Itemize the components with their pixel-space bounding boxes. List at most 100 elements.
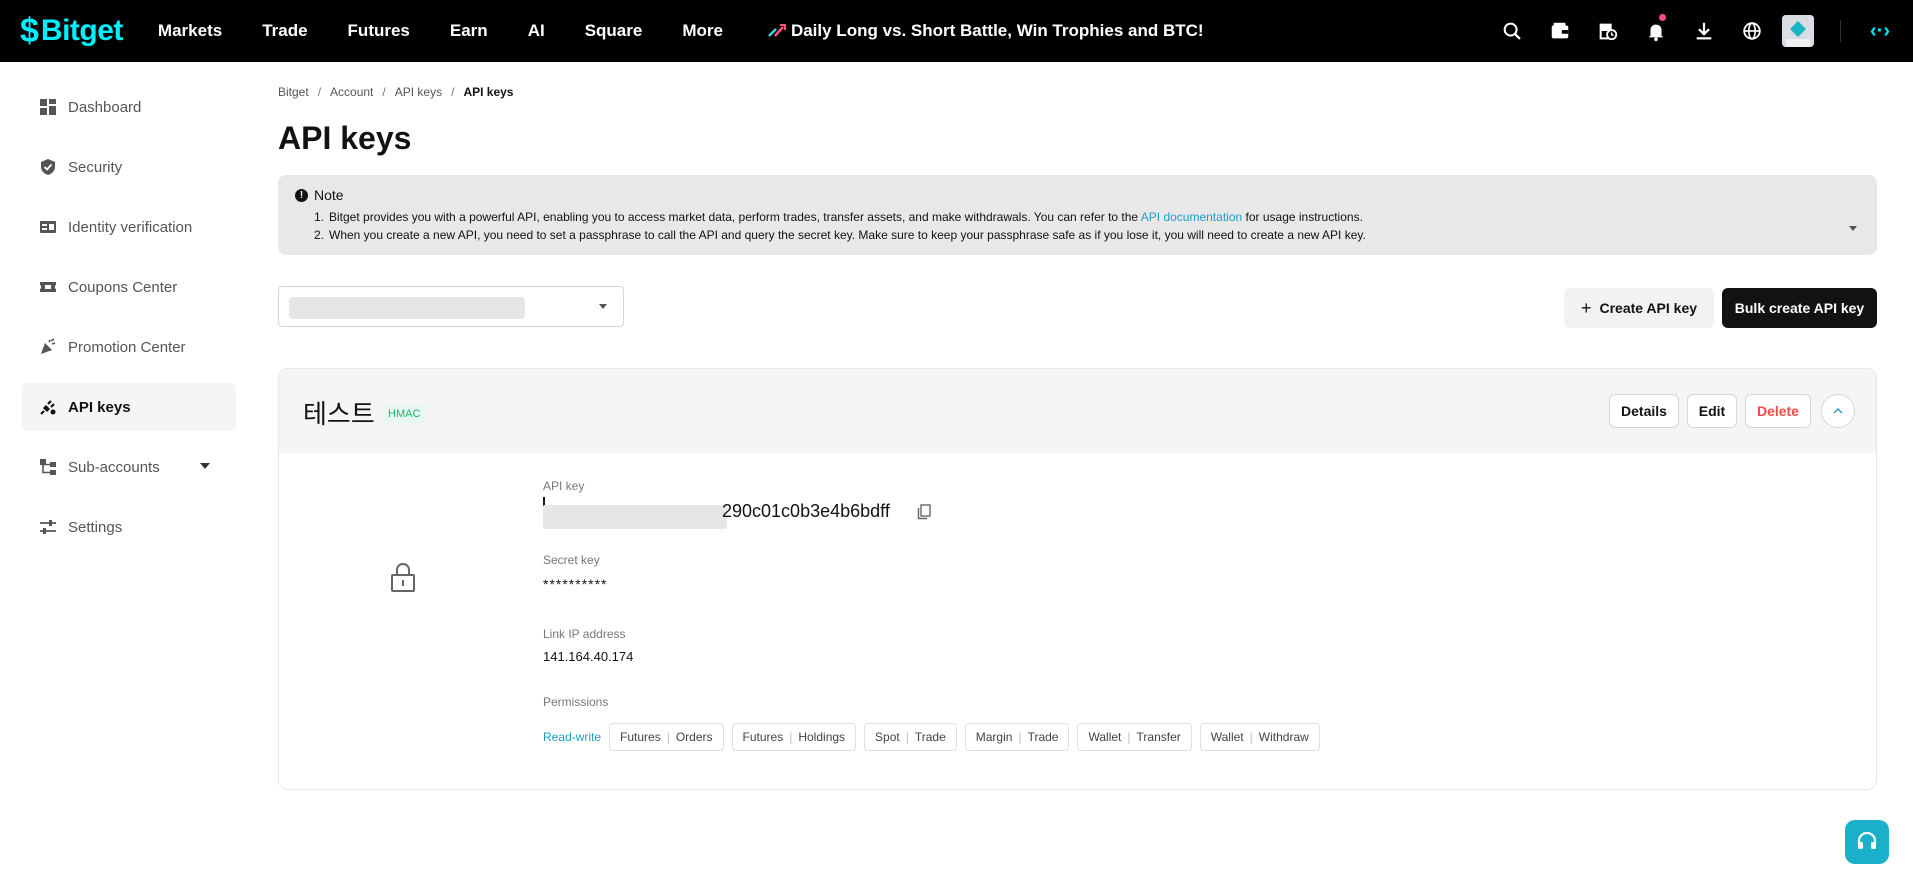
permission-separator: | xyxy=(789,730,793,744)
api-key-value: 290c01c0b3e4b6bdff xyxy=(722,501,890,521)
nav-futures[interactable]: Futures xyxy=(348,21,410,41)
api-key-filter-select[interactable] xyxy=(278,286,624,327)
nav-ai[interactable]: AI xyxy=(528,21,545,41)
permission-tag: Wallet | Withdraw xyxy=(1199,723,1320,751)
note-text: Bitget provides you with a powerful API,… xyxy=(329,210,1139,224)
search-icon xyxy=(1503,22,1521,40)
note-item-2: 2. When you create a new API, you need to… xyxy=(314,226,1366,244)
permission-group: Wallet xyxy=(1210,730,1244,744)
permissions-label: Permissions xyxy=(543,695,609,709)
permission-right: Transfer xyxy=(1136,730,1181,744)
nav-more[interactable]: More xyxy=(682,21,723,41)
sidebar-item-identity-verification[interactable]: Identity verification xyxy=(22,203,236,251)
promo-banner[interactable]: Daily Long vs. Short Battle, Win Trophie… xyxy=(767,21,1204,41)
wallet-button[interactable] xyxy=(1536,0,1584,62)
breadcrumb-separator: / xyxy=(451,85,455,99)
bitget-mark-icon[interactable]: ‹·› xyxy=(1855,0,1905,62)
permission-right: Trade xyxy=(1027,730,1059,744)
sidebar-item-security[interactable]: Security xyxy=(22,143,236,191)
sidebar-item-label: Security xyxy=(68,158,123,176)
secret-key-value: ********** xyxy=(543,576,608,592)
chevron-up-icon xyxy=(1833,408,1843,414)
permission-right: Withdraw xyxy=(1258,730,1309,744)
nav-right-tools: ‹·› xyxy=(1488,0,1913,62)
delete-button[interactable]: Delete xyxy=(1745,394,1811,428)
permission-separator: | xyxy=(905,730,909,744)
page-title: API keys xyxy=(278,120,412,156)
download-icon xyxy=(1696,22,1712,40)
permission-group: Futures xyxy=(620,730,661,744)
notification-dot xyxy=(1659,14,1666,21)
secret-key-label: Secret key xyxy=(543,553,600,567)
bulk-create-api-key-button[interactable]: Bulk create API key xyxy=(1722,288,1877,328)
api-key-card-header: 테스트 HMAC Details Edit Delete xyxy=(279,369,1876,453)
nav-markets[interactable]: Markets xyxy=(158,21,222,41)
sidebar-item-settings[interactable]: Settings xyxy=(22,503,236,551)
permission-right: Orders xyxy=(675,730,713,744)
party-icon xyxy=(38,337,58,357)
permission-group: Margin xyxy=(975,730,1013,744)
bitget-logo[interactable]: $ Bitget xyxy=(20,0,123,62)
shield-icon xyxy=(38,157,58,177)
headset-icon xyxy=(1857,831,1877,849)
copy-icon[interactable] xyxy=(917,504,931,520)
permissions-list: Read-write Futures | Orders Futures | Holdin… xyxy=(543,723,1328,751)
permission-separator: | xyxy=(1127,730,1131,744)
api-key-redacted xyxy=(543,505,727,529)
api-documentation-link[interactable]: API documentation xyxy=(1141,210,1242,224)
api-key-label: API key xyxy=(543,479,585,493)
nav-square[interactable]: Square xyxy=(585,21,643,41)
download-button[interactable] xyxy=(1680,0,1728,62)
globe-icon xyxy=(1743,22,1761,40)
edit-button[interactable]: Edit xyxy=(1687,394,1737,428)
note-text: When you create a new API, you need to s… xyxy=(329,228,1366,242)
note-panel: ! Note 1. Bitget provides you with a powe… xyxy=(278,175,1877,255)
sidebar-item-promotion-center[interactable]: Promotion Center xyxy=(22,323,236,371)
chevron-down-icon xyxy=(599,304,607,309)
breadcrumb-bitget[interactable]: Bitget xyxy=(278,85,309,99)
api-key-card: 테스트 HMAC Details Edit Delete API key 290… xyxy=(278,368,1877,790)
id-card-icon xyxy=(38,217,58,237)
breadcrumb-separator: / xyxy=(317,85,322,99)
nav-trade[interactable]: Trade xyxy=(262,21,307,41)
breadcrumb-api-keys[interactable]: API keys xyxy=(395,85,442,99)
note-title: Note xyxy=(314,187,344,203)
language-button[interactable] xyxy=(1728,0,1776,62)
breadcrumb-separator: / xyxy=(382,85,386,99)
nav-divider xyxy=(1840,20,1841,42)
permission-tag: Wallet | Transfer xyxy=(1077,723,1192,751)
create-api-key-button[interactable]: + Create API key xyxy=(1564,288,1714,328)
history-icon xyxy=(1599,23,1618,41)
permission-separator: | xyxy=(1249,730,1253,744)
orders-button[interactable] xyxy=(1584,0,1632,62)
sidebar-item-dashboard[interactable]: Dashboard xyxy=(22,83,236,131)
note-header: ! Note xyxy=(295,187,344,203)
dashboard-icon xyxy=(38,97,58,117)
sidebar-item-sub-accounts[interactable]: Sub-accounts xyxy=(22,443,236,491)
nav-earn[interactable]: Earn xyxy=(450,21,488,41)
chevron-down-icon[interactable] xyxy=(1849,226,1857,231)
details-button[interactable]: Details xyxy=(1609,394,1679,428)
note-number: 2. xyxy=(314,228,325,242)
notifications-button[interactable] xyxy=(1632,0,1680,62)
avatar-icon xyxy=(1782,15,1814,47)
sidebar-item-api-keys[interactable]: API keys xyxy=(22,383,236,431)
search-button[interactable] xyxy=(1488,0,1536,62)
wallet-icon xyxy=(1551,22,1569,39)
create-api-key-label: Create API key xyxy=(1599,300,1698,316)
breadcrumb-account[interactable]: Account xyxy=(330,85,373,99)
collapse-button[interactable] xyxy=(1821,394,1855,428)
plus-icon: + xyxy=(1580,298,1592,318)
permission-tag: Futures | Orders xyxy=(609,723,724,751)
sidebar-item-label: Dashboard xyxy=(68,98,142,116)
avatar[interactable] xyxy=(1782,15,1814,47)
sliders-icon xyxy=(38,517,58,537)
battle-icon xyxy=(768,24,786,37)
bitget-logo-text: Bitget xyxy=(40,14,124,47)
select-value-redacted xyxy=(289,297,525,319)
chevron-down-icon[interactable] xyxy=(200,463,210,469)
sidebar: Dashboard Security Identity verification… xyxy=(22,83,236,563)
sidebar-item-coupons-center[interactable]: Coupons Center xyxy=(22,263,236,311)
customer-support-button[interactable] xyxy=(1845,820,1889,864)
permission-group: Spot xyxy=(875,730,900,744)
